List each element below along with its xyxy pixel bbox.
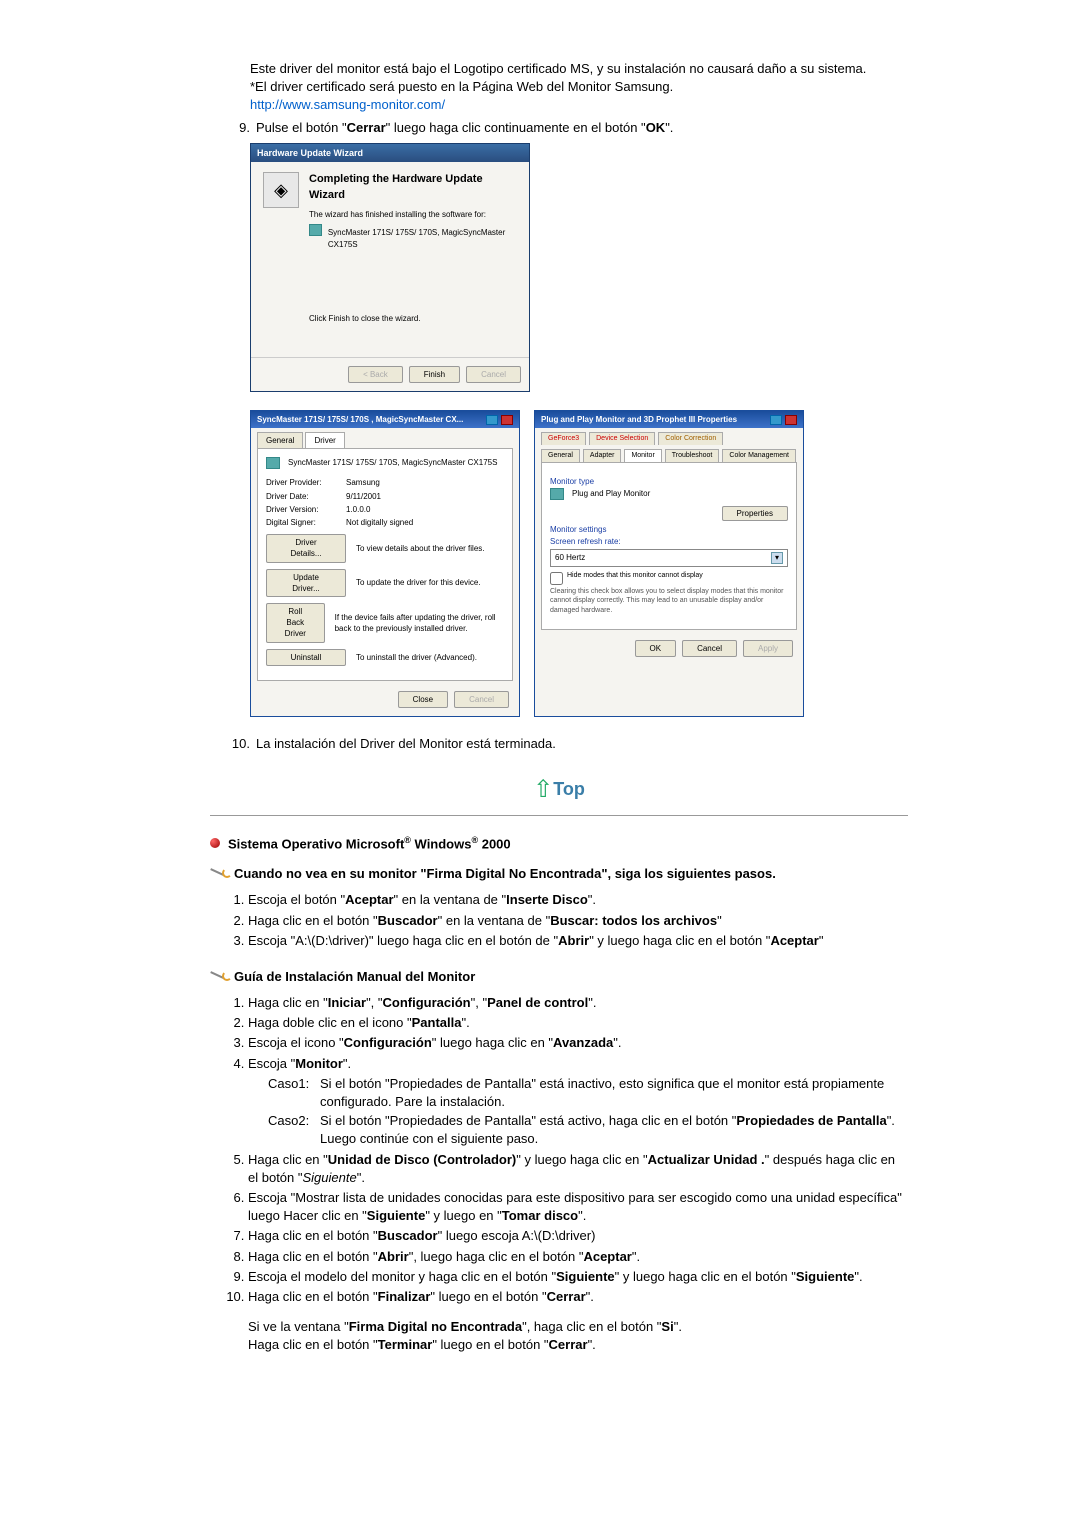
back-button[interactable]: < Back <box>348 366 403 383</box>
chevron-down-icon: ▾ <box>771 552 783 564</box>
cancel-button[interactable]: Cancel <box>454 691 509 708</box>
properties-button[interactable]: Properties <box>722 506 788 521</box>
rollback-driver-button[interactable]: Roll Back Driver <box>266 603 325 643</box>
tab-adapter[interactable]: Adapter <box>583 449 622 462</box>
list-item: Escoja el modelo del monitor y haga clic… <box>248 1268 908 1286</box>
monitor-type-label: Monitor type <box>550 476 788 487</box>
help-icon[interactable] <box>486 415 498 425</box>
list-item: Haga clic en el botón "Buscador" luego e… <box>248 1227 908 1245</box>
ok-button[interactable]: OK <box>635 640 677 657</box>
tab-troubleshoot[interactable]: Troubleshoot <box>665 449 720 462</box>
monitor-properties-window: Plug and Play Monitor and 3D Prophet III… <box>534 410 804 717</box>
wizard-titlebar: Hardware Update Wizard <box>251 144 529 163</box>
step-number: 9. <box>228 119 250 137</box>
close-icon[interactable] <box>501 415 513 425</box>
close-icon[interactable] <box>785 415 797 425</box>
wrench-icon <box>210 971 228 983</box>
monitor-icon <box>309 224 322 236</box>
tab-device-selection[interactable]: Device Selection <box>589 432 655 445</box>
tab-color-correction[interactable]: Color Correction <box>658 432 723 445</box>
intro-line1: Este driver del monitor está bajo el Log… <box>250 60 908 78</box>
back-to-top[interactable]: ⇧Top <box>210 773 908 807</box>
page-container: Este driver del monitor está bajo el Log… <box>0 0 1080 1426</box>
update-driver-button[interactable]: Update Driver... <box>266 569 346 597</box>
wizard-line2: Click Finish to close the wizard. <box>309 313 517 324</box>
subsection-manual-guide: Guía de Instalación Manual del Monitor <box>210 968 908 986</box>
list-item: Haga clic en "Iniciar", "Configuración",… <box>248 994 908 1012</box>
wizard-line1: The wizard has finished installing the s… <box>309 209 517 220</box>
driver-device-name: SyncMaster 171S/ 175S/ 170S, MagicSyncMa… <box>288 457 497 469</box>
tab-general[interactable]: General <box>541 449 580 462</box>
hardware-update-wizard: Hardware Update Wizard ◈ Completing the … <box>250 143 530 392</box>
tab-color-management[interactable]: Color Management <box>722 449 796 462</box>
cancel-button[interactable]: Cancel <box>466 366 521 383</box>
monitor-settings-label: Monitor settings <box>550 524 788 535</box>
list-item: Haga clic en el botón "Abrir", luego hag… <box>248 1248 908 1266</box>
step-9: 9. Pulse el botón "Cerrar" luego haga cl… <box>228 119 908 137</box>
wrench-icon <box>210 868 228 880</box>
properties-row: SyncMaster 171S/ 175S/ 170S , MagicSyncM… <box>250 410 908 717</box>
hide-modes-checkbox[interactable] <box>550 572 563 585</box>
help-icon[interactable] <box>770 415 782 425</box>
list-item: Haga clic en "Unidad de Disco (Controlad… <box>248 1151 908 1187</box>
driver-properties-window: SyncMaster 171S/ 175S/ 170S , MagicSyncM… <box>250 410 520 717</box>
refresh-rate-select[interactable]: 60 Hertz ▾ <box>550 549 788 567</box>
driver-prop-title: SyncMaster 171S/ 175S/ 170S , MagicSyncM… <box>257 414 463 425</box>
list-item: Escoja "Mostrar lista de unidades conoci… <box>248 1189 908 1225</box>
list-item: Escoja el botón "Aceptar" en la ventana … <box>248 891 908 909</box>
monitor-prop-title: Plug and Play Monitor and 3D Prophet III… <box>541 414 737 425</box>
intro-block: Este driver del monitor está bajo el Log… <box>250 60 908 115</box>
list-item: Haga clic en el botón "Buscador" en la v… <box>248 912 908 930</box>
monitor-icon <box>550 488 564 500</box>
tab-geforce3[interactable]: GeForce3 <box>541 432 586 445</box>
wizard-icon: ◈ <box>263 172 299 208</box>
finish-button[interactable]: Finish <box>409 366 460 383</box>
close-button[interactable]: Close <box>398 691 448 708</box>
tab-driver[interactable]: Driver <box>305 432 344 448</box>
signature-steps-list: Escoja el botón "Aceptar" en la ventana … <box>248 891 908 950</box>
wizard-device: SyncMaster 171S/ 175S/ 170S, MagicSyncMa… <box>328 227 517 249</box>
apply-button[interactable]: Apply <box>743 640 793 657</box>
list-item: Escoja "A:\(D:\driver)" luego haga clic … <box>248 932 908 950</box>
samsung-monitor-link[interactable]: http://www.samsung-monitor.com/ <box>250 97 445 112</box>
intro-line2: *El driver certificado será puesto en la… <box>250 78 908 96</box>
manual-guide-list: Haga clic en "Iniciar", "Configuración",… <box>248 994 908 1354</box>
section-windows-2000: Sistema Operativo Microsoft® Windows® 20… <box>210 834 908 854</box>
list-item: Escoja el icono "Configuración" luego ha… <box>248 1034 908 1052</box>
list-item: Escoja "Monitor". Caso1:Si el botón "Pro… <box>248 1055 908 1149</box>
hide-modes-hint: Clearing this check box allows you to se… <box>550 587 788 616</box>
section-divider <box>210 815 908 816</box>
driver-details-button[interactable]: Driver Details... <box>266 534 346 562</box>
cancel-button[interactable]: Cancel <box>682 640 737 657</box>
up-arrow-icon: ⇧ <box>533 773 553 807</box>
uninstall-button[interactable]: Uninstall <box>266 649 346 666</box>
subsection-digital-signature: Cuando no vea en su monitor "Firma Digit… <box>210 865 908 883</box>
tab-general[interactable]: General <box>257 432 303 448</box>
monitor-icon <box>266 457 280 469</box>
refresh-rate-label: Screen refresh rate: <box>550 536 788 547</box>
step-9-text: Pulse el botón "Cerrar" luego haga clic … <box>256 119 908 137</box>
list-item: Haga doble clic en el icono "Pantalla". <box>248 1014 908 1032</box>
list-item: Haga clic en el botón "Finalizar" luego … <box>248 1288 908 1355</box>
tab-monitor[interactable]: Monitor <box>624 449 661 462</box>
wizard-heading: Completing the Hardware Update Wizard <box>309 172 517 203</box>
step-10: 10. La instalación del Driver del Monito… <box>228 735 908 753</box>
bullet-icon <box>210 838 220 848</box>
